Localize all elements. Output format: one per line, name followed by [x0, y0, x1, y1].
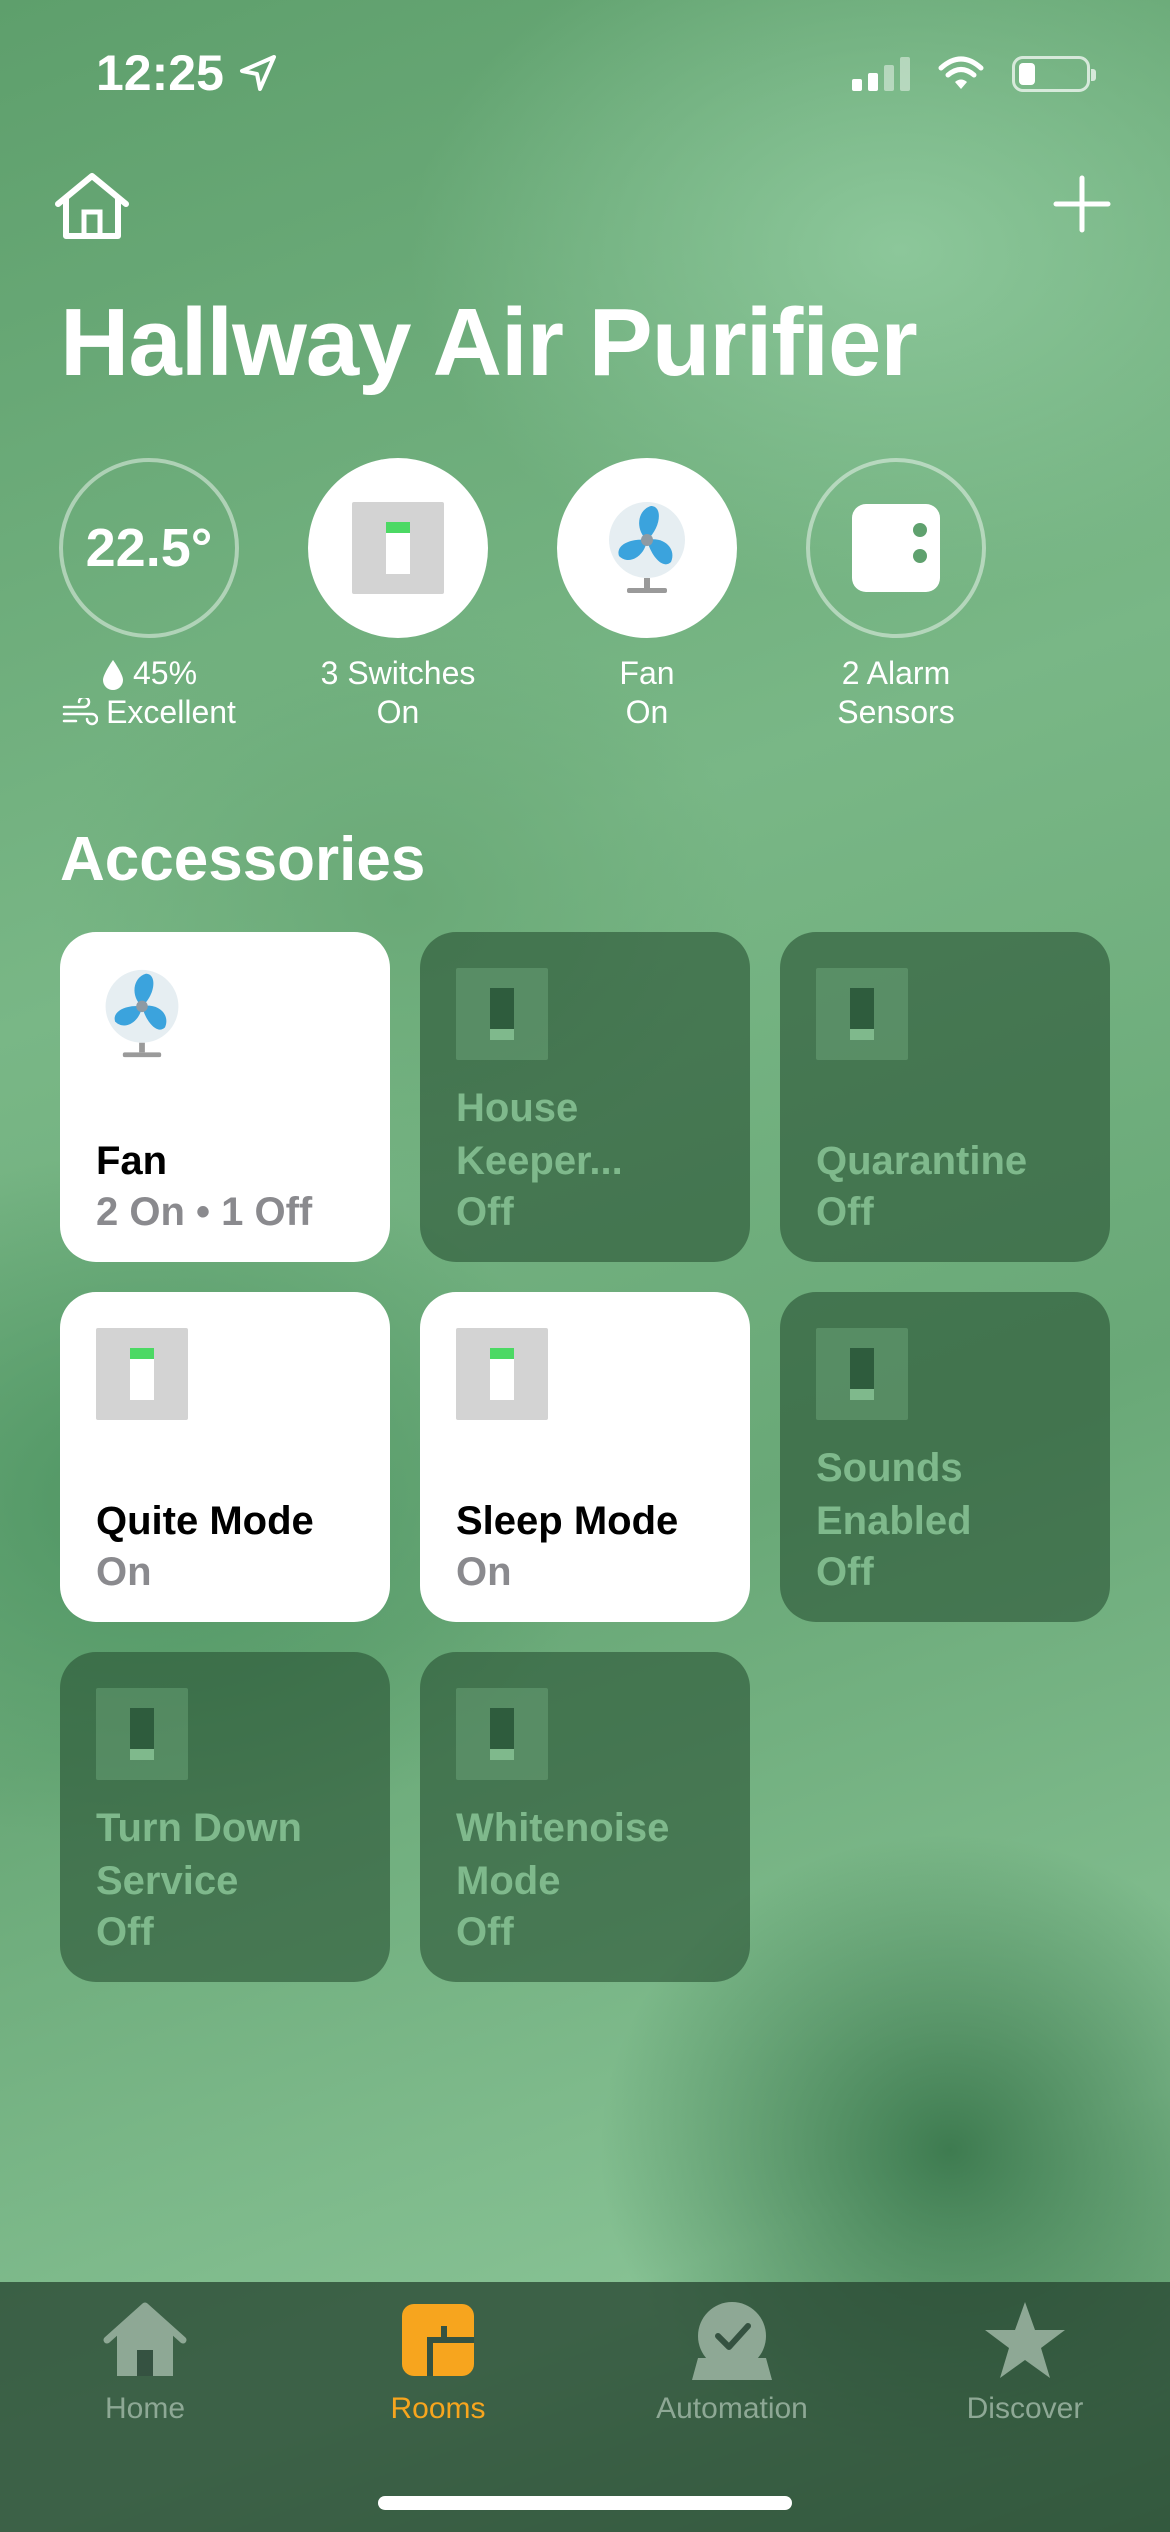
status-bar-indicators — [852, 56, 1096, 92]
switches-line2: On — [376, 694, 420, 730]
switch-off-icon — [816, 968, 908, 1060]
humidity-drop-icon — [102, 659, 123, 690]
tile-state: Off — [456, 1910, 514, 1954]
tab-label: Rooms — [390, 2392, 486, 2425]
switch-off-icon — [456, 1688, 548, 1780]
temperature-value: 22.5° — [85, 518, 213, 578]
home-indicator[interactable] — [378, 2496, 792, 2510]
switch-off-icon — [456, 968, 548, 1060]
tile-name: Whitenoise Mode — [456, 1806, 670, 1903]
status-time-text: 12:25 — [96, 45, 224, 101]
humidity-value: 45% — [132, 655, 198, 691]
tile-name: Turn Down Service — [96, 1806, 302, 1903]
switch-off-icon — [816, 1328, 908, 1420]
location-arrow-icon — [239, 55, 276, 91]
tile-state: Off — [816, 1190, 874, 1234]
switches-status[interactable]: 3 Switches On — [283, 458, 513, 732]
fan-circle[interactable] — [557, 458, 737, 638]
add-button[interactable] — [1050, 172, 1114, 236]
automation-icon — [692, 2302, 772, 2380]
fan-icon — [609, 502, 685, 593]
switches-circle[interactable] — [308, 458, 488, 638]
switch-on-icon — [456, 1328, 548, 1420]
accessory-tile-sounds-enabled[interactable]: Sounds Enabled Off — [780, 1292, 1110, 1622]
accessory-tile-fan[interactable]: Fan 2 On • 1 Off — [60, 932, 390, 1262]
star-icon — [985, 2302, 1065, 2378]
wifi-icon — [938, 56, 984, 89]
tile-state: On — [96, 1550, 152, 1594]
tile-name: Quite Mode — [96, 1499, 314, 1543]
tile-state: 2 On • 1 Off — [96, 1190, 313, 1234]
home-icon — [103, 2302, 187, 2376]
fan-icon — [105, 969, 179, 1058]
fan-status[interactable]: Fan On — [532, 458, 762, 732]
tab-rooms[interactable]: Rooms — [338, 2296, 538, 2426]
climate-status[interactable]: 22.5° 45% Excellent — [34, 458, 264, 732]
tile-state: Off — [456, 1190, 514, 1234]
tile-name: Fan — [96, 1139, 168, 1183]
switches-line1: 3 Switches — [320, 655, 476, 691]
rooms-icon — [402, 2304, 474, 2376]
tile-state: Off — [816, 1550, 874, 1594]
accessory-tile-house-keeper[interactable]: House Keeper... Off — [420, 932, 750, 1262]
tab-discover[interactable]: Discover — [925, 2296, 1125, 2426]
climate-circle[interactable]: 22.5° — [59, 458, 239, 638]
fan-line2: On — [625, 694, 669, 730]
air-quality-value: Excellent — [106, 694, 236, 730]
tab-automation[interactable]: Automation — [632, 2296, 832, 2426]
alarm-sensors-status[interactable]: 2 Alarm Sensors — [781, 458, 1011, 732]
battery-icon — [1012, 56, 1096, 92]
tile-name: Sleep Mode — [456, 1499, 679, 1543]
tile-state: On — [456, 1550, 512, 1594]
accessories-heading: Accessories — [60, 825, 426, 894]
switch-off-icon — [96, 1688, 188, 1780]
air-quality-icon — [62, 697, 99, 725]
home-settings-icon[interactable] — [52, 170, 132, 242]
tab-label: Discover — [966, 2392, 1084, 2425]
accessory-tile-turn-down-service[interactable]: Turn Down Service Off — [60, 1652, 390, 1982]
alarm-sensor-icon — [852, 504, 940, 592]
status-bar-time: 12:25 — [96, 44, 278, 102]
page-title: Hallway Air Purifier — [60, 289, 918, 396]
alarm-circle[interactable] — [806, 458, 986, 638]
tile-state: Off — [96, 1910, 154, 1954]
tab-label: Home — [104, 2392, 186, 2425]
tile-name: Sounds Enabled — [816, 1446, 972, 1543]
accessory-tile-whitenoise-mode[interactable]: Whitenoise Mode Off — [420, 1652, 750, 1982]
alarm-line1: 2 Alarm — [841, 655, 951, 691]
accessory-tile-quarantine[interactable]: Quarantine Off — [780, 932, 1110, 1262]
accessory-tile-quite-mode[interactable]: Quite Mode On — [60, 1292, 390, 1622]
fan-line1: Fan — [619, 655, 675, 691]
tab-label: Automation — [656, 2392, 808, 2425]
tile-name: Quarantine — [816, 1139, 1028, 1183]
alarm-line2: Sensors — [837, 694, 955, 730]
switch-on-icon — [96, 1328, 188, 1420]
cellular-signal-icon — [852, 57, 910, 91]
accessory-tile-sleep-mode[interactable]: Sleep Mode On — [420, 1292, 750, 1622]
switch-on-icon — [352, 502, 444, 594]
tab-home[interactable]: Home — [45, 2296, 245, 2426]
tile-name: House Keeper... — [456, 1086, 623, 1183]
